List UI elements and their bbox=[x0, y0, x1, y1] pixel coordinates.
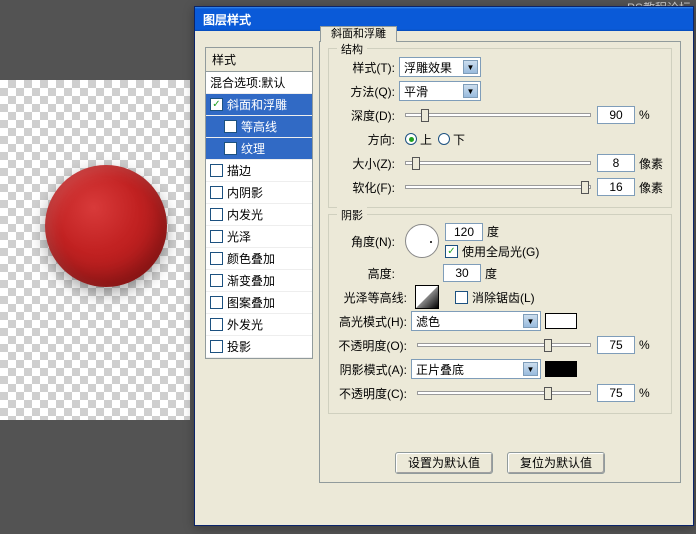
reset-default-button[interactable]: 复位为默认值 bbox=[507, 452, 605, 474]
shadow-color-swatch[interactable] bbox=[545, 361, 577, 377]
slider-size[interactable] bbox=[405, 161, 591, 165]
dialog-title: 图层样式 bbox=[203, 13, 251, 27]
checkbox-inner-glow[interactable] bbox=[210, 208, 223, 221]
fieldset-shading: 阴影 角度(N): 120 度 ✓ 使用全局光(G) bbox=[328, 214, 672, 414]
row-inner-shadow[interactable]: 内阴影 bbox=[206, 182, 312, 204]
label-global-light: 使用全局光(G) bbox=[462, 243, 539, 260]
label-method: 方法(Q): bbox=[337, 83, 399, 100]
label-highlight-opacity: 不透明度(O): bbox=[337, 337, 411, 354]
checkbox-bevel[interactable]: ✓ bbox=[210, 98, 223, 111]
fieldset-structure: 结构 样式(T): 浮雕效果▼ 方法(Q): 平滑▼ 深度(D): 90 % 方… bbox=[328, 48, 672, 208]
slider-depth[interactable] bbox=[405, 113, 591, 117]
row-inner-glow[interactable]: 内发光 bbox=[206, 204, 312, 226]
label-shadow-mode: 阴影模式(A): bbox=[337, 361, 411, 378]
label-altitude: 高度: bbox=[337, 265, 399, 282]
style-list-box: 混合选项:默认 ✓斜面和浮雕 等高线 纹理 描边 内阴影 内发光 光泽 颜色叠加… bbox=[205, 71, 313, 359]
label-shadow-opacity: 不透明度(C): bbox=[337, 385, 411, 402]
row-drop-shadow[interactable]: 投影 bbox=[206, 336, 312, 358]
tab-bevel[interactable]: 斜面和浮雕 bbox=[320, 26, 397, 42]
slider-highlight-opacity[interactable] bbox=[417, 343, 591, 347]
set-default-button[interactable]: 设置为默认值 bbox=[395, 452, 493, 474]
checkbox-contour[interactable] bbox=[224, 120, 237, 133]
row-satin[interactable]: 光泽 bbox=[206, 226, 312, 248]
select-highlight-mode[interactable]: 滤色▼ bbox=[411, 311, 541, 331]
angle-dial[interactable] bbox=[405, 224, 439, 258]
layer-style-dialog: 图层样式 样式 混合选项:默认 ✓斜面和浮雕 等高线 纹理 描边 内阴影 内发光… bbox=[194, 6, 694, 526]
unit-px: 像素 bbox=[635, 155, 663, 172]
chevron-down-icon: ▼ bbox=[523, 314, 538, 328]
style-list-header: 样式 bbox=[205, 47, 313, 71]
label-direction: 方向: bbox=[337, 131, 399, 148]
unit-deg: 度 bbox=[483, 223, 511, 240]
slider-soften[interactable] bbox=[405, 185, 591, 189]
radio-up-label: 上 bbox=[420, 131, 432, 148]
row-contour[interactable]: 等高线 bbox=[206, 116, 312, 138]
highlight-color-swatch[interactable] bbox=[545, 313, 577, 329]
slider-shadow-opacity[interactable] bbox=[417, 391, 591, 395]
row-outer-glow[interactable]: 外发光 bbox=[206, 314, 312, 336]
input-highlight-opacity[interactable]: 75 bbox=[597, 336, 635, 354]
label-soften: 软化(F): bbox=[337, 179, 399, 196]
checkbox-stroke[interactable] bbox=[210, 164, 223, 177]
unit-deg2: 度 bbox=[481, 265, 509, 282]
select-shadow-mode[interactable]: 正片叠底▼ bbox=[411, 359, 541, 379]
row-gradient-overlay[interactable]: 渐变叠加 bbox=[206, 270, 312, 292]
row-color-overlay[interactable]: 颜色叠加 bbox=[206, 248, 312, 270]
red-circle-layer bbox=[45, 165, 167, 287]
checkbox-color-overlay[interactable] bbox=[210, 252, 223, 265]
radio-up[interactable] bbox=[405, 133, 417, 145]
label-gloss-contour: 光泽等高线: bbox=[337, 289, 411, 306]
style-list: 样式 混合选项:默认 ✓斜面和浮雕 等高线 纹理 描边 内阴影 内发光 光泽 颜… bbox=[205, 47, 313, 483]
row-pattern-overlay[interactable]: 图案叠加 bbox=[206, 292, 312, 314]
dialog-titlebar[interactable]: 图层样式 bbox=[195, 7, 693, 31]
select-method[interactable]: 平滑▼ bbox=[399, 81, 481, 101]
checkbox-pattern-overlay[interactable] bbox=[210, 296, 223, 309]
default-buttons: 设置为默认值 复位为默认值 bbox=[320, 452, 680, 478]
checkbox-texture[interactable] bbox=[224, 142, 237, 155]
checkbox-outer-glow[interactable] bbox=[210, 318, 223, 331]
checkbox-gradient-overlay[interactable] bbox=[210, 274, 223, 287]
chevron-down-icon: ▼ bbox=[523, 362, 538, 376]
checkbox-inner-shadow[interactable] bbox=[210, 186, 223, 199]
input-shadow-opacity[interactable]: 75 bbox=[597, 384, 635, 402]
checkbox-drop-shadow[interactable] bbox=[210, 340, 223, 353]
input-soften[interactable]: 16 bbox=[597, 178, 635, 196]
unit-px2: 像素 bbox=[635, 179, 663, 196]
row-blend-options[interactable]: 混合选项:默认 bbox=[206, 72, 312, 94]
unit-percent: % bbox=[635, 108, 663, 122]
checkbox-anti-alias[interactable] bbox=[455, 291, 468, 304]
label-anti-alias: 消除锯齿(L) bbox=[472, 289, 535, 306]
input-depth[interactable]: 90 bbox=[597, 106, 635, 124]
checkbox-satin[interactable] bbox=[210, 230, 223, 243]
checkbox-global-light[interactable]: ✓ bbox=[445, 245, 458, 258]
gloss-contour-picker[interactable] bbox=[415, 285, 439, 309]
row-bevel[interactable]: ✓斜面和浮雕 bbox=[206, 94, 312, 116]
label-highlight-mode: 高光模式(H): bbox=[337, 313, 411, 330]
settings-panel: 斜面和浮雕 结构 样式(T): 浮雕效果▼ 方法(Q): 平滑▼ 深度(D): … bbox=[319, 41, 681, 483]
row-stroke[interactable]: 描边 bbox=[206, 160, 312, 182]
input-size[interactable]: 8 bbox=[597, 154, 635, 172]
chevron-down-icon: ▼ bbox=[463, 84, 478, 98]
input-altitude[interactable]: 30 bbox=[443, 264, 481, 282]
input-angle[interactable]: 120 bbox=[445, 223, 483, 241]
label-size: 大小(Z): bbox=[337, 155, 399, 172]
canvas-area bbox=[0, 80, 190, 420]
label-angle: 角度(N): bbox=[337, 233, 399, 250]
label-style: 样式(T): bbox=[337, 59, 399, 76]
radio-down[interactable] bbox=[438, 133, 450, 145]
legend-shading: 阴影 bbox=[337, 207, 367, 223]
select-style[interactable]: 浮雕效果▼ bbox=[399, 57, 481, 77]
radio-down-label: 下 bbox=[453, 131, 465, 148]
chevron-down-icon: ▼ bbox=[463, 60, 478, 74]
legend-structure: 结构 bbox=[337, 41, 367, 57]
label-depth: 深度(D): bbox=[337, 107, 399, 124]
dialog-body: 样式 混合选项:默认 ✓斜面和浮雕 等高线 纹理 描边 内阴影 内发光 光泽 颜… bbox=[201, 35, 687, 519]
row-texture[interactable]: 纹理 bbox=[206, 138, 312, 160]
